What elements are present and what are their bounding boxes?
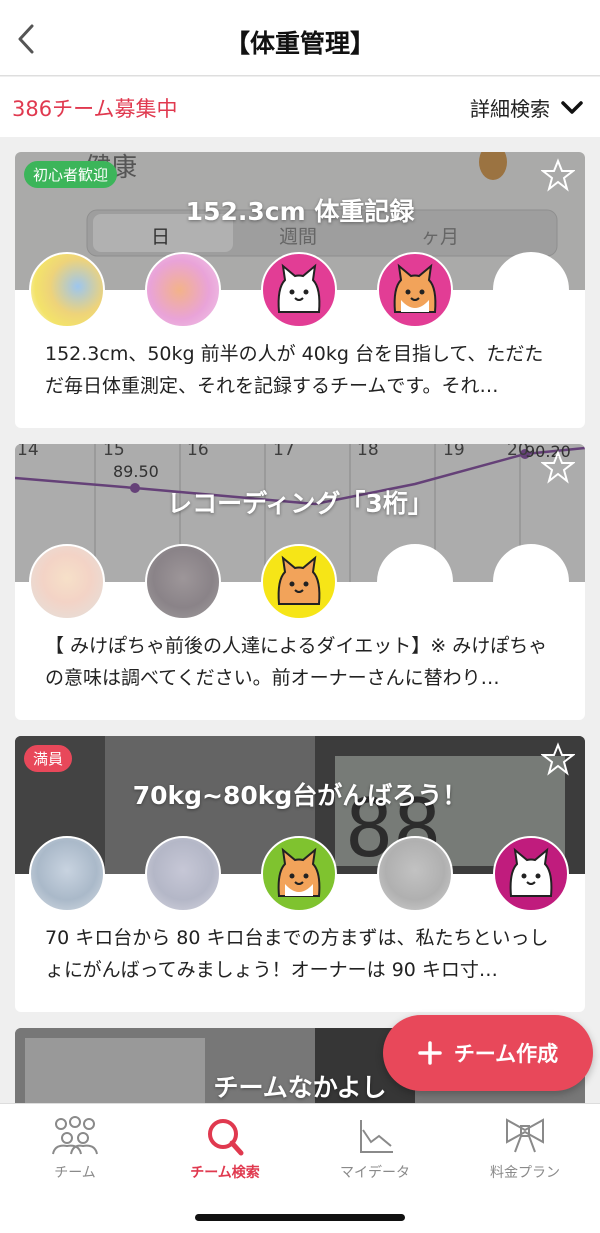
bottom-tab-bar: チーム チーム検索 マイデータ 料金プラン [0, 1103, 600, 1233]
team-description: 【 みけぽちゃ前後の人達によるダイエット】※ みけぽちゃの意味は調べてください。… [45, 635, 548, 689]
star-icon[interactable] [541, 742, 575, 776]
status-badge: 満員 [24, 745, 73, 772]
page-title: 【体重管理】 [224, 29, 375, 58]
avatar [145, 544, 221, 620]
cat-icon [277, 555, 321, 605]
team-description: 70 キロ台から 80 キロ台までの方まずは、私たちといっしょにがんばってみまし… [45, 927, 549, 981]
avatar [261, 836, 337, 912]
tab-my-data[interactable]: マイデータ [300, 1116, 450, 1182]
avatar [261, 544, 337, 620]
tab-my-data-label: マイデータ [340, 1165, 410, 1181]
chart-icon [360, 1120, 393, 1153]
avatar [145, 836, 221, 912]
star-icon[interactable] [541, 158, 575, 192]
detail-search-button[interactable]: 詳細検索 [470, 93, 584, 122]
chevron-down-icon [561, 100, 583, 114]
member-avatars [15, 836, 585, 912]
status-badge: 初心者歓迎 [24, 161, 118, 188]
header: 【体重管理】 [0, 0, 600, 76]
avatar-empty [493, 544, 569, 620]
avatar [29, 252, 105, 328]
avatar [29, 836, 105, 912]
detail-search-label: 詳細検索 [470, 97, 550, 121]
member-avatars [15, 252, 585, 328]
tab-team-search-label: チーム検索 [190, 1165, 260, 1181]
home-indicator [195, 1214, 405, 1221]
team-title: 152.3cm 体重記録 [185, 197, 415, 226]
search-summary-bar: 386チーム募集中 詳細検索 [0, 77, 600, 137]
avatar [493, 836, 569, 912]
avatar [377, 252, 453, 328]
avatar-empty [493, 252, 569, 328]
avatar [377, 836, 453, 912]
team-icon [52, 1116, 98, 1155]
recruiting-count: 386チーム募集中 [12, 97, 178, 121]
tab-team[interactable]: チーム [0, 1116, 150, 1182]
team-card[interactable]: 14 15 16 17 18 19 20 89.50 90.20 レコーディング… [15, 444, 585, 720]
ribbon-icon [506, 1118, 544, 1153]
avatar [261, 252, 337, 328]
tab-pricing-plan[interactable]: 料金プラン [450, 1116, 600, 1182]
cat-icon [393, 263, 437, 313]
plus-icon [418, 1041, 442, 1065]
avatar [145, 252, 221, 328]
tab-pricing-plan-label: 料金プラン [490, 1165, 560, 1181]
team-card[interactable]: 88 満員 70kg~80kg台がんばろう！ 70 キロ台から 80 キロ台まで… [15, 736, 585, 1012]
avatar [29, 544, 105, 620]
star-icon[interactable] [541, 450, 575, 484]
cat-icon [509, 847, 553, 897]
create-team-button[interactable]: チーム作成 [383, 1015, 593, 1091]
cat-icon [277, 847, 321, 897]
team-title: レコーディング「3桁」 [167, 489, 433, 518]
team-description: 152.3cm、50kg 前半の人が 40kg 台を目指して、ただただ毎日体重測… [45, 343, 544, 397]
team-card[interactable]: 健康 日 週間 ヶ月 初心者歓迎 152.3cm 体重記録 [15, 152, 585, 428]
search-icon [208, 1119, 244, 1156]
avatar-empty [377, 544, 453, 620]
tab-team-search[interactable]: チーム検索 [150, 1116, 300, 1182]
tab-team-label: チーム [54, 1165, 96, 1181]
cat-icon [277, 263, 321, 313]
create-team-label: チーム作成 [453, 1042, 559, 1066]
member-avatars [15, 544, 585, 620]
team-title: 70kg~80kg台がんばろう！ [132, 781, 468, 810]
